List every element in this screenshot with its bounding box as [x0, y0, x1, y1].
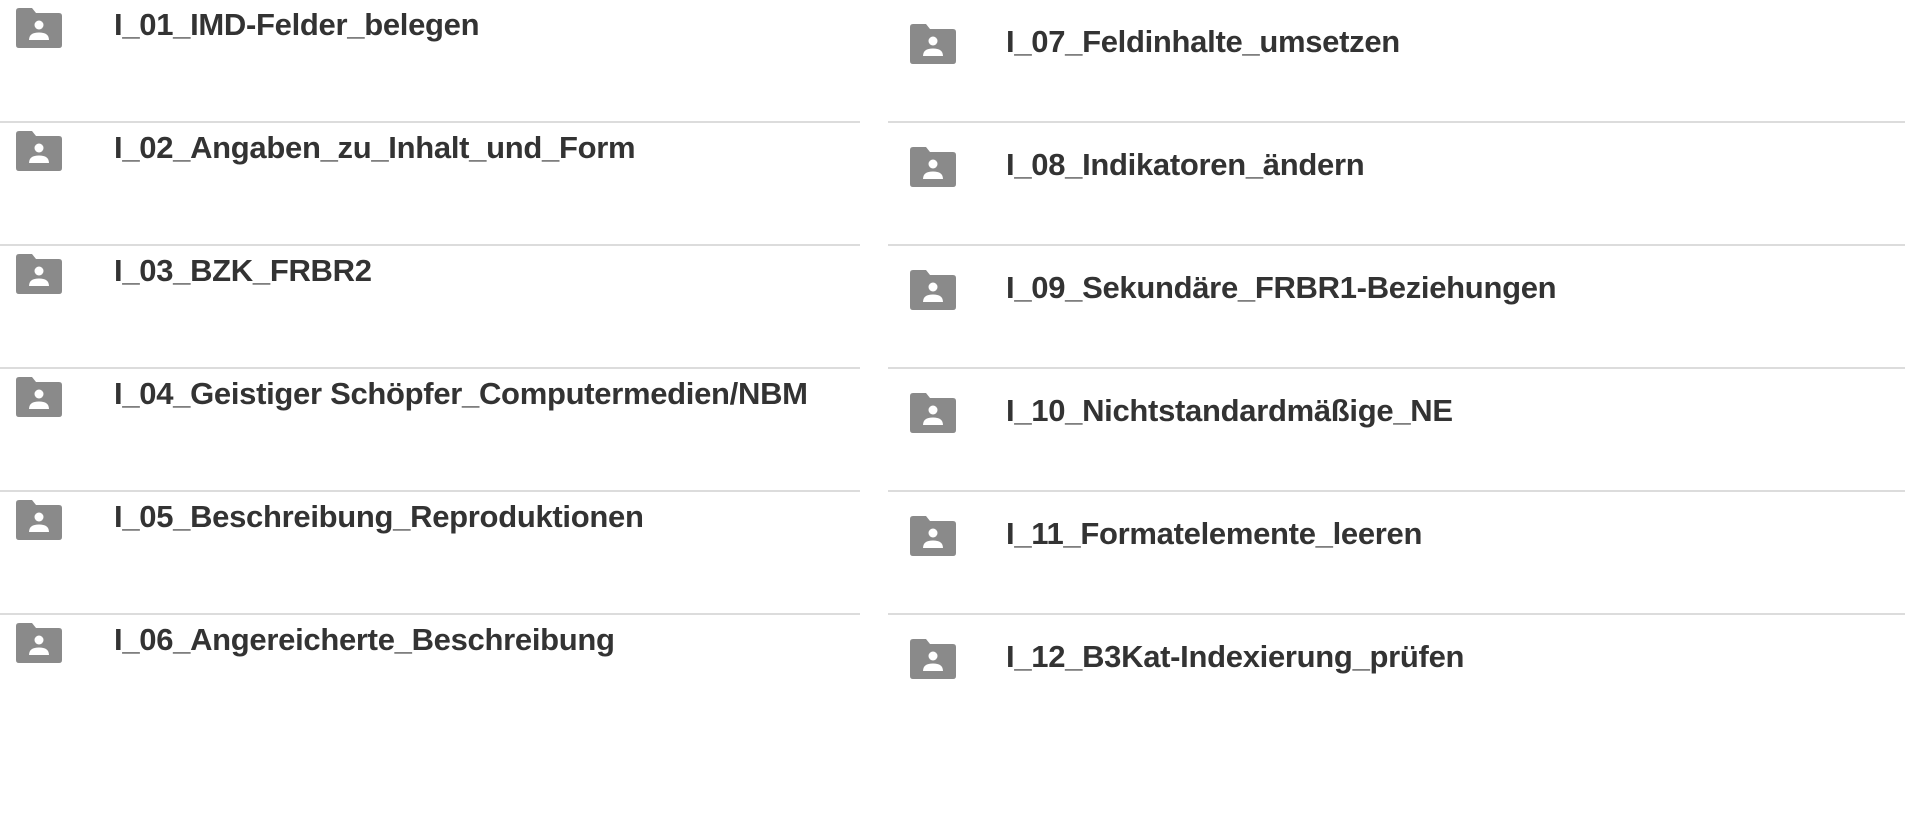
- folder-row[interactable]: I_06_Angereicherte_Beschreibung: [0, 615, 860, 738]
- folder-row[interactable]: I_07_Feldinhalte_umsetzen: [888, 0, 1905, 123]
- folder-row[interactable]: I_02_Angaben_zu_Inhalt_und_Form: [0, 123, 860, 246]
- folder-row[interactable]: I_12_B3Kat-Indexierung_prüfen: [888, 615, 1905, 738]
- shared-folder-icon: [14, 377, 64, 417]
- folder-row[interactable]: I_01_IMD-Felder_belegen: [0, 0, 860, 123]
- shared-folder-icon: [14, 8, 64, 48]
- folder-row[interactable]: I_10_Nichtstandardmäßige_NE: [888, 369, 1905, 492]
- shared-folder-icon: [14, 131, 64, 171]
- folder-name: I_05_Beschreibung_Reproduktionen: [114, 499, 644, 534]
- shared-folder-icon: [908, 516, 958, 556]
- shared-folder-icon: [14, 254, 64, 294]
- shared-folder-icon: [14, 500, 64, 540]
- shared-folder-icon: [908, 24, 958, 64]
- folder-row[interactable]: I_03_BZK_FRBR2: [0, 246, 860, 369]
- folder-name: I_02_Angaben_zu_Inhalt_und_Form: [114, 130, 636, 165]
- folder-name: I_07_Feldinhalte_umsetzen: [1006, 24, 1400, 59]
- folder-name: I_08_Indikatoren_ändern: [1006, 147, 1365, 182]
- folder-name: I_11_Formatelemente_leeren: [1006, 516, 1423, 551]
- folder-row[interactable]: I_08_Indikatoren_ändern: [888, 123, 1905, 246]
- folder-row[interactable]: I_04_Geistiger Schöpfer_Computermedien/N…: [0, 369, 860, 492]
- folder-name: I_10_Nichtstandardmäßige_NE: [1006, 393, 1453, 428]
- shared-folder-icon: [908, 639, 958, 679]
- folder-name: I_04_Geistiger Schöpfer_Computermedien/N…: [114, 376, 808, 411]
- folder-name: I_12_B3Kat-Indexierung_prüfen: [1006, 639, 1465, 674]
- folder-name: I_06_Angereicherte_Beschreibung: [114, 622, 615, 657]
- shared-folder-icon: [908, 270, 958, 310]
- shared-folder-icon: [908, 147, 958, 187]
- folder-name: I_03_BZK_FRBR2: [114, 253, 372, 288]
- shared-folder-icon: [908, 393, 958, 433]
- folder-row[interactable]: I_09_Sekundäre_FRBR1-Beziehungen: [888, 246, 1905, 369]
- shared-folder-icon: [14, 623, 64, 663]
- folder-name: I_01_IMD-Felder_belegen: [114, 7, 480, 42]
- folder-row[interactable]: I_05_Beschreibung_Reproduktionen: [0, 492, 860, 615]
- folder-name: I_09_Sekundäre_FRBR1-Beziehungen: [1006, 270, 1557, 305]
- folder-row[interactable]: I_11_Formatelemente_leeren: [888, 492, 1905, 615]
